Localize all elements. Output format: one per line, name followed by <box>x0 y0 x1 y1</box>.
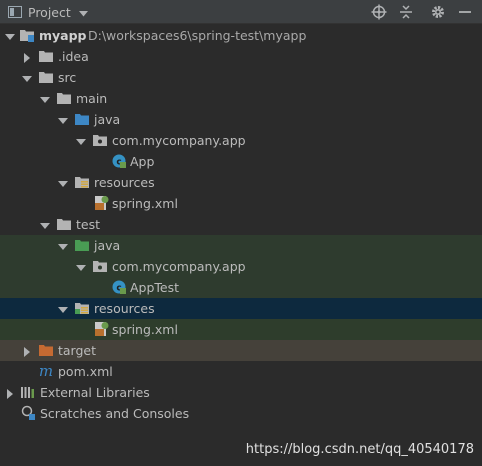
expand-arrow-icon[interactable] <box>40 93 50 103</box>
test-source-folder-icon <box>74 237 90 253</box>
tree-node-test-java[interactable]: java <box>0 235 482 256</box>
tree-label: Scratches and Consoles <box>40 406 190 421</box>
tree-label: .idea <box>58 49 89 64</box>
tree-label: resources <box>94 175 155 190</box>
expand-arrow-icon[interactable] <box>40 219 50 229</box>
tree-node-scratches-consoles[interactable]: Scratches and Consoles <box>0 403 482 424</box>
gear-icon[interactable] <box>430 4 446 20</box>
tree-label: src <box>58 70 77 85</box>
project-view-selector[interactable]: Project <box>8 0 88 24</box>
scratches-icon <box>20 405 36 421</box>
watermark-text: https://blog.csdn.net/qq_40540178 <box>245 442 474 457</box>
expand-arrow-icon[interactable] <box>5 30 15 40</box>
tree-node-main-package[interactable]: com.mycompany.app <box>0 130 482 151</box>
test-resources-folder-icon <box>74 300 90 316</box>
package-icon <box>92 258 108 274</box>
maven-icon: m <box>38 362 54 380</box>
tree-node-test-resources[interactable]: resources <box>0 298 482 319</box>
panel-title: Project <box>28 4 71 20</box>
folder-icon <box>56 216 72 232</box>
package-icon <box>92 132 108 148</box>
tree-label: main <box>76 91 108 106</box>
tree-label: pom.xml <box>58 364 113 379</box>
tree-node-main-resources[interactable]: resources <box>0 172 482 193</box>
library-icon <box>20 384 36 400</box>
tree-node-main-java[interactable]: java <box>0 109 482 130</box>
tree-node-app[interactable]: c App <box>0 151 482 172</box>
expand-arrow-icon[interactable] <box>58 240 68 250</box>
svg-text:m: m <box>39 363 53 379</box>
tree-node-src[interactable]: src <box>0 67 482 88</box>
tree-node-pom-xml[interactable]: m pom.xml <box>0 361 482 382</box>
tree-node-test-spring-xml[interactable]: spring.xml <box>0 319 482 340</box>
tree-label: App <box>130 154 155 169</box>
tree-node-apptest[interactable]: c AppTest <box>0 277 482 298</box>
collapse-arrow-icon[interactable] <box>22 345 32 357</box>
expand-arrow-icon[interactable] <box>58 177 68 187</box>
resources-folder-icon <box>74 174 90 190</box>
tree-node-myapp[interactable]: myapp D:\workspaces6\spring-test\myapp <box>0 25 482 46</box>
hide-icon[interactable] <box>457 4 473 20</box>
tree-label: spring.xml <box>112 196 178 211</box>
folder-icon <box>56 90 72 106</box>
java-class-icon: c <box>111 153 127 169</box>
tree-label: test <box>76 217 101 232</box>
collapse-icon[interactable] <box>398 4 414 20</box>
locate-icon[interactable] <box>371 4 387 20</box>
collapse-arrow-icon[interactable] <box>5 387 15 399</box>
project-pane-icon <box>8 6 22 18</box>
tree-label: AppTest <box>130 280 180 295</box>
tree-node-main[interactable]: main <box>0 88 482 109</box>
spring-xml-icon <box>93 195 109 211</box>
tree-node-test[interactable]: test <box>0 214 482 235</box>
tree-label: java <box>94 112 121 127</box>
expand-arrow-icon[interactable] <box>76 135 86 145</box>
tree-label: com.mycompany.app <box>112 259 246 274</box>
source-folder-icon <box>74 111 90 127</box>
tree-node-external-libraries[interactable]: External Libraries <box>0 382 482 403</box>
tree-label: resources <box>94 301 155 316</box>
tree-node-idea[interactable]: .idea <box>0 46 482 67</box>
tree-label: myapp <box>39 28 87 43</box>
collapse-arrow-icon[interactable] <box>22 51 32 63</box>
module-path: D:\workspaces6\spring-test\myapp <box>88 28 307 43</box>
tree-node-target[interactable]: target <box>0 340 482 361</box>
folder-icon <box>38 48 54 64</box>
tree-label: spring.xml <box>112 322 178 337</box>
tree-node-test-package[interactable]: com.mycompany.app <box>0 256 482 277</box>
tree-label: target <box>58 343 97 358</box>
java-class-icon: c <box>111 279 127 295</box>
tree-label: com.mycompany.app <box>112 133 246 148</box>
dropdown-icon[interactable] <box>78 5 88 20</box>
module-folder-icon <box>19 27 35 43</box>
spring-xml-icon <box>93 321 109 337</box>
expand-arrow-icon[interactable] <box>58 114 68 124</box>
tree-label: External Libraries <box>40 385 150 400</box>
expand-arrow-icon[interactable] <box>22 72 32 82</box>
expand-arrow-icon[interactable] <box>76 261 86 271</box>
tree-label: java <box>94 238 121 253</box>
project-tree: myapp D:\workspaces6\spring-test\myapp .… <box>0 24 482 466</box>
expand-arrow-icon[interactable] <box>58 303 68 313</box>
folder-icon <box>38 69 54 85</box>
project-panel-header: Project <box>0 0 482 24</box>
tree-node-main-spring-xml[interactable]: spring.xml <box>0 193 482 214</box>
excluded-folder-icon <box>38 342 54 358</box>
